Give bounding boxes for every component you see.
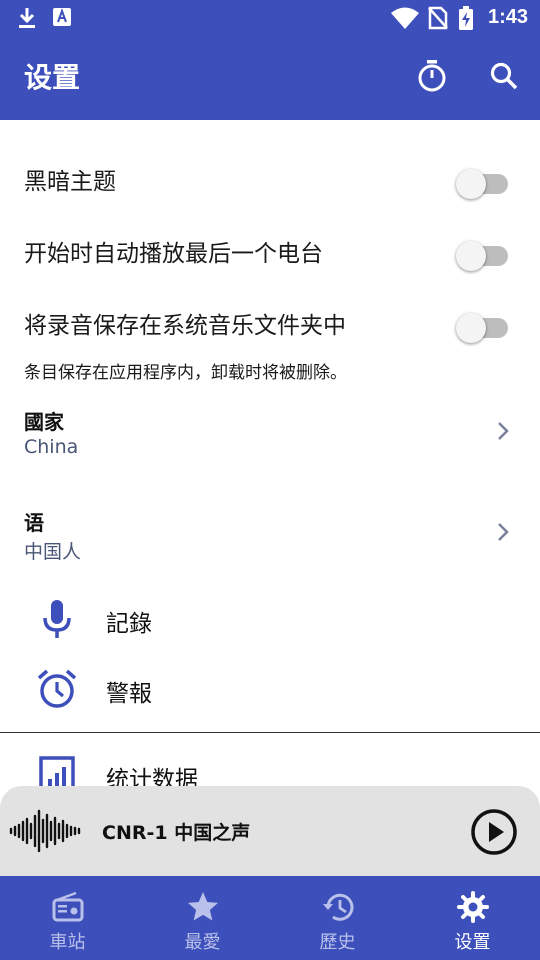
language-value: 中国人 [24, 541, 82, 563]
play-icon[interactable] [470, 808, 518, 856]
nav-label: 最愛 [184, 932, 221, 953]
bottom-navigation: 車站 最愛 歷史 设置 [0, 876, 540, 960]
chevron-right-icon [496, 420, 510, 446]
no-sim-icon [428, 6, 448, 34]
gear-icon [456, 890, 490, 924]
save-location-hint: 条目保存在应用程序内，卸载时将被删除。 [24, 363, 347, 383]
page-title: 设置 [24, 61, 81, 94]
nav-history[interactable]: 歷史 [270, 876, 405, 960]
star-icon [186, 890, 220, 924]
autoplay-switch[interactable] [456, 240, 512, 271]
station-name: CNR-1 中国之声 [102, 822, 251, 844]
language-title: 语 [24, 511, 44, 535]
country-title: 國家 [24, 410, 64, 434]
status-time: 1:43 [487, 6, 528, 28]
radio-icon [51, 890, 85, 924]
nav-label: 设置 [454, 932, 491, 953]
nav-label: 歷史 [319, 932, 356, 953]
nav-favorites[interactable]: 最愛 [135, 876, 270, 960]
text-a-icon [52, 6, 72, 32]
setting-label: 将录音保存在系统音乐文件夹中 [24, 313, 346, 339]
alarm-icon [34, 666, 80, 712]
nav-stations[interactable]: 車站 [0, 876, 135, 960]
status-bar: 1:43 [0, 0, 540, 36]
download-icon [16, 6, 38, 34]
setting-label: 开始时自动播放最后一个电台 [24, 241, 323, 267]
top-app-bar: 1:43 设置 [0, 0, 540, 120]
alarm-label: 警報 [106, 681, 152, 707]
chevron-right-icon [496, 521, 510, 547]
history-icon [321, 890, 355, 924]
nav-settings[interactable]: 设置 [405, 876, 540, 960]
save-recordings-switch[interactable] [456, 312, 512, 343]
recordings-label: 記錄 [106, 611, 152, 637]
setting-label: 黑暗主题 [24, 169, 116, 195]
country-value: China [24, 436, 79, 458]
divider [0, 732, 540, 733]
nav-label: 車站 [49, 932, 86, 953]
save-recordings-to-music-setting[interactable]: 将录音保存在系统音乐文件夹中 [0, 294, 540, 354]
waveform-icon [8, 808, 84, 858]
microphone-icon [34, 596, 80, 642]
dark-theme-switch[interactable] [456, 168, 512, 199]
autoplay-last-station-setting[interactable]: 开始时自动播放最后一个电台 [0, 222, 540, 282]
battery-charging-icon [458, 6, 474, 34]
dark-theme-setting[interactable]: 黑暗主题 [0, 150, 540, 210]
wifi-icon [390, 6, 420, 34]
timer-icon[interactable] [414, 58, 450, 94]
country-setting[interactable]: 國家 China [0, 402, 540, 472]
now-playing-bar[interactable]: CNR-1 中国之声 [0, 786, 540, 878]
search-icon[interactable] [486, 58, 522, 94]
alarm-item[interactable]: 警報 [0, 660, 540, 722]
language-setting[interactable]: 语 中国人 [0, 503, 540, 573]
recordings-item[interactable]: 記錄 [0, 590, 540, 652]
